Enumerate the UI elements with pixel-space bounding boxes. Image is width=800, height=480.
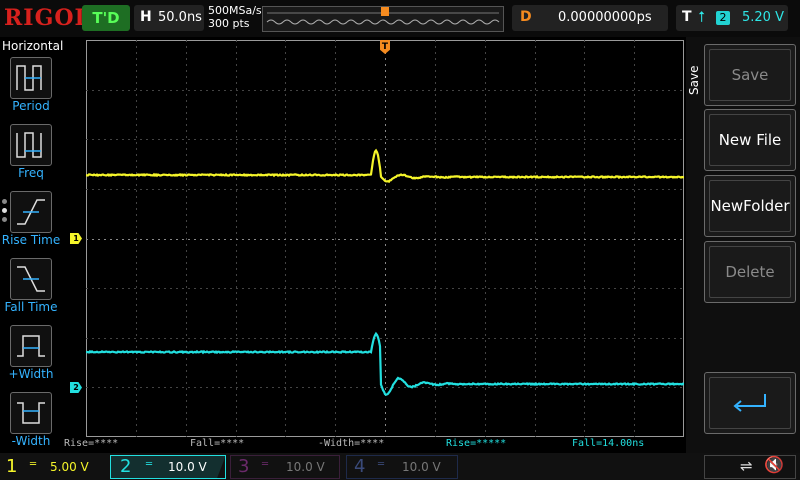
rising-edge-icon: ⭡: [698, 8, 705, 26]
negative-width-button[interactable]: [10, 392, 52, 434]
sample-rate-readout: 500MSa/s 300 pts: [208, 4, 262, 30]
delete-button[interactable]: Delete: [704, 241, 796, 303]
save-menu-title: Save: [687, 66, 701, 95]
period-label: Period: [0, 99, 62, 113]
period-button[interactable]: [10, 57, 52, 99]
measurement-fall-2: Fall=14.00ns: [572, 438, 644, 449]
run-status-badge[interactable]: T'D: [82, 5, 130, 31]
delete-button-label: Delete: [709, 246, 791, 298]
ch1-number: 1: [6, 456, 17, 477]
freq-label: Freq: [0, 166, 62, 180]
ch2-dc-coupling-icon: ═: [146, 459, 152, 470]
freq-icon: [11, 125, 51, 165]
trigger-source: 2: [716, 11, 730, 25]
ch2-number: 2: [120, 456, 131, 477]
sample-rate: 500MSa/s: [208, 4, 262, 17]
delay-value: 0.00000000ps: [558, 10, 652, 25]
page-dots: [2, 199, 7, 226]
fall-time-button[interactable]: [10, 258, 52, 300]
save-button[interactable]: Save: [704, 44, 796, 106]
measurement-neg-width: -Width=****: [318, 438, 384, 449]
usb-icon: ⇌: [740, 457, 753, 475]
ch2-scale: 10.0 V: [168, 460, 207, 474]
memory-points: 300 pts: [208, 17, 262, 30]
measurement-rise-2: Rise=*****: [446, 438, 506, 449]
ch1-dc-coupling-icon: ═: [30, 459, 36, 470]
measurement-fall-1: Fall=****: [190, 438, 244, 449]
negative-width-icon: [11, 393, 51, 433]
new-folder-button[interactable]: NewFolder: [704, 175, 796, 237]
ch4-scale: 10.0 V: [402, 460, 441, 474]
waveform-display[interactable]: [86, 40, 684, 437]
horizontal-label: H: [140, 9, 152, 25]
ch4-number: 4: [354, 456, 365, 477]
ch3-scale: 10.0 V: [286, 460, 325, 474]
new-file-button[interactable]: New File: [704, 109, 796, 171]
ch4-dc-coupling-icon: ═: [378, 459, 384, 470]
memory-overview[interactable]: [262, 6, 504, 32]
ch3-dc-coupling-icon: ═: [262, 459, 268, 470]
rise-time-icon: [11, 192, 51, 232]
rise-time-label: Rise Time: [0, 233, 62, 247]
trigger-label: T: [682, 9, 692, 25]
ch1-offset-marker[interactable]: 1: [70, 233, 82, 244]
period-icon: [11, 58, 51, 98]
horizontal-menu-title: Horizontal: [2, 39, 63, 53]
delay-box[interactable]: D 0.00000000ps: [512, 5, 668, 31]
ch1-scale: 5.00 V: [50, 460, 89, 474]
memory-waveform-icon: [263, 7, 503, 31]
positive-width-button[interactable]: [10, 325, 52, 367]
measurement-bar: Rise=**** Fall=**** -Width=**** Rise=***…: [64, 438, 684, 452]
measurement-rise-1: Rise=****: [64, 438, 118, 449]
freq-button[interactable]: [10, 124, 52, 166]
positive-width-icon: [11, 326, 51, 366]
fall-time-icon: [11, 259, 51, 299]
positive-width-label: +Width: [0, 367, 62, 381]
delay-label: D: [520, 9, 532, 25]
horizontal-scale-box[interactable]: H 50.0ns: [134, 5, 204, 31]
ch2-offset-marker[interactable]: 2: [70, 382, 82, 393]
new-file-button-label: New File: [709, 114, 791, 166]
return-icon: [709, 377, 791, 429]
fall-time-label: Fall Time: [0, 300, 62, 314]
save-button-label: Save: [709, 49, 791, 101]
speaker-muted-icon[interactable]: 🔇: [764, 455, 784, 474]
rigol-logo: RIGOL: [4, 5, 91, 31]
trigger-level: 5.20 V: [742, 10, 784, 25]
new-folder-button-label: NewFolder: [709, 180, 791, 232]
return-button[interactable]: [704, 372, 796, 434]
rise-time-button[interactable]: [10, 191, 52, 233]
horizontal-scale-value: 50.0ns: [158, 10, 202, 25]
negative-width-label: -Width: [0, 434, 62, 448]
trigger-box[interactable]: T ⭡ 2 5.20 V: [676, 5, 788, 31]
ch3-number: 3: [238, 456, 249, 477]
